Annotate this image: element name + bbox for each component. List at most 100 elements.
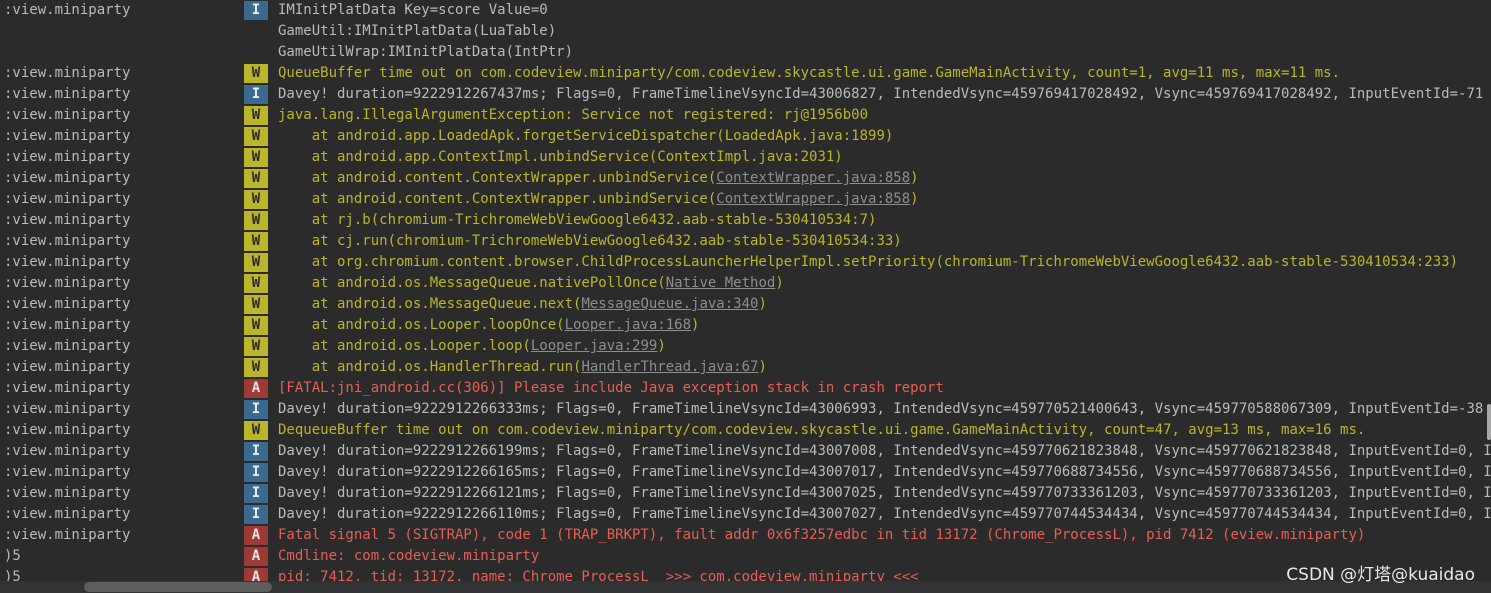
log-message: java.lang.IllegalArgumentException: Serv… (278, 105, 868, 126)
log-message: at android.os.Looper.loopOnce(Looper.jav… (278, 315, 700, 336)
log-message-text: QueueBuffer time out on com.codeview.min… (278, 65, 1341, 81)
log-row[interactable]: :view.miniparty W at android.os.Looper.lo… (0, 315, 1491, 336)
log-level-badge: W (244, 211, 268, 230)
log-message-suffix: ) (758, 296, 767, 312)
vertical-scrollbar-thumb[interactable] (1487, 404, 1491, 440)
log-message-text: at cj.run(chromium-TrichromeWebViewGoogl… (278, 233, 902, 249)
log-message: at android.app.ContextImpl.unbindService… (278, 147, 843, 168)
log-level-badge: I (244, 85, 268, 104)
log-package-name: :view.miniparty (4, 296, 131, 312)
log-package-name: :view.miniparty (4, 443, 131, 459)
log-message-text: at android.app.ContextImpl.unbindService… (278, 149, 843, 165)
log-row[interactable]: :view.miniparty Wjava.lang.IllegalArgumen… (0, 105, 1491, 126)
log-row[interactable]: :view.miniparty A [FATAL:jni_android.cc(30… (0, 378, 1491, 399)
log-row[interactable]: :view.miniparty W at android.os.Looper.lo… (0, 336, 1491, 357)
log-package-name: )5 (4, 548, 21, 564)
log-level-badge: W (244, 316, 268, 335)
log-level-badge: W (244, 64, 268, 83)
log-level-badge: W (244, 106, 268, 125)
log-package-name: :view.miniparty (4, 275, 131, 291)
log-row[interactable]: :view.miniparty A Fatal signal 5 (SIGTRAP)… (0, 525, 1491, 546)
log-message: at org.chromium.content.browser.ChildPro… (278, 252, 1458, 273)
log-row[interactable]: :view.miniparty W at android.os.MessageQu… (0, 294, 1491, 315)
log-row[interactable]: :view.miniparty W DequeueBuffer time out o… (0, 420, 1491, 441)
log-package-name: :view.miniparty (4, 233, 131, 249)
log-package-name: :view.miniparty (4, 338, 131, 354)
log-message-text: Davey! duration=9222912266199ms; Flags=0… (278, 443, 1491, 459)
source-file-link[interactable]: Looper.java:299 (531, 338, 657, 354)
log-row[interactable]: GameUtilWrap:IMInitPlatData(IntPtr) (0, 42, 1491, 63)
log-message-suffix: ) (758, 359, 767, 375)
log-row[interactable]: :view.miniparty I Davey! duration=92229122… (0, 504, 1491, 525)
log-row[interactable]: :view.miniparty W at android.app.LoadedAp… (0, 126, 1491, 147)
log-message-text: at android.content.ContextWrapper.unbind… (278, 191, 717, 207)
log-row[interactable]: :view.miniparty W at org.chromium.content… (0, 252, 1491, 273)
log-row[interactable]: :view.miniparty I Davey! duration=92229122… (0, 441, 1491, 462)
log-level-badge: W (244, 358, 268, 377)
source-file-link[interactable]: Native Method (666, 275, 776, 291)
watermark: CSDN @灯塔@kuaidao (1286, 565, 1475, 585)
log-row[interactable]: :view.miniparty I Davey! duration=92229122… (0, 462, 1491, 483)
log-message-text: at android.os.HandlerThread.run( (278, 359, 582, 375)
log-row[interactable]: :view.miniparty W at android.os.HandlerTh… (0, 357, 1491, 378)
log-message-text: Davey! duration=9222912266333ms; Flags=0… (278, 401, 1484, 417)
log-row[interactable]: :view.miniparty I IMInitPlatData Key=score… (0, 0, 1491, 21)
log-row[interactable]: )5 A Cmdline: com.codeview.miniparty (0, 546, 1491, 567)
log-row[interactable]: :view.miniparty W at android.app.ContextI… (0, 147, 1491, 168)
source-file-link[interactable]: MessageQueue.java:340 (581, 296, 758, 312)
log-package-name: :view.miniparty (4, 170, 131, 186)
log-level-badge: A (244, 526, 268, 545)
log-row[interactable]: :view.miniparty W at android.os.MessageQu… (0, 273, 1491, 294)
log-message-text: Davey! duration=9222912267437ms; Flags=0… (278, 86, 1484, 102)
source-file-link[interactable]: Looper.java:168 (565, 317, 691, 333)
log-message-text: Davey! duration=9222912266165ms; Flags=0… (278, 464, 1491, 480)
log-message: at android.content.ContextWrapper.unbind… (278, 168, 919, 189)
log-message-text: java.lang.IllegalArgumentException: Serv… (278, 107, 869, 123)
log-message-text: DequeueBuffer time out on com.codeview.m… (278, 422, 1366, 438)
log-level-badge: W (244, 190, 268, 209)
log-package-name: :view.miniparty (4, 485, 131, 501)
log-row[interactable]: :view.miniparty I Davey! duration=92229122… (0, 483, 1491, 504)
log-level-badge: W (244, 148, 268, 167)
log-message-suffix: ) (775, 275, 784, 291)
log-package-name: :view.miniparty (4, 527, 131, 543)
log-row[interactable]: GameUtil:IMInitPlatData(LuaTable) (0, 21, 1491, 42)
log-message: at android.os.Looper.loop(Looper.java:29… (278, 336, 666, 357)
log-level-badge: I (244, 400, 268, 419)
log-row[interactable]: :view.miniparty I Davey! duration=92229122… (0, 84, 1491, 105)
log-message: Davey! duration=9222912267437ms; Flags=0… (278, 84, 1483, 105)
log-row[interactable]: :view.miniparty W at cj.run(chromium-Tric… (0, 231, 1491, 252)
log-row[interactable]: :view.miniparty W at android.content.Cont… (0, 189, 1491, 210)
log-package-name: :view.miniparty (4, 380, 131, 396)
log-message: Davey! duration=9222912266333ms; Flags=0… (278, 399, 1483, 420)
log-message: at android.os.HandlerThread.run(HandlerT… (278, 357, 767, 378)
log-message: at android.os.MessageQueue.next(MessageQ… (278, 294, 767, 315)
log-row[interactable]: :view.miniparty W QueueBuffer time out on … (0, 63, 1491, 84)
log-package-name: :view.miniparty (4, 506, 131, 522)
horizontal-scrollbar-thumb[interactable] (84, 582, 272, 592)
log-message-text: Davey! duration=9222912266110ms; Flags=0… (278, 506, 1491, 522)
logcat-panel[interactable]: :view.miniparty I IMInitPlatData Key=score… (0, 0, 1491, 593)
log-level-badge: I (244, 442, 268, 461)
log-package-name: :view.miniparty (4, 149, 131, 165)
log-level-badge: W (244, 421, 268, 440)
log-message-text: [FATAL:jni_android.cc(306)] Please inclu… (278, 380, 944, 396)
log-message-text: at org.chromium.content.browser.ChildPro… (278, 254, 1459, 270)
log-message: at rj.b(chromium-TrichromeWebViewGoogle6… (278, 210, 877, 231)
log-level-badge: W (244, 127, 268, 146)
log-row[interactable]: :view.miniparty I Davey! duration=92229122… (0, 399, 1491, 420)
source-file-link[interactable]: HandlerThread.java:67 (581, 359, 758, 375)
source-file-link[interactable]: ContextWrapper.java:858 (716, 191, 910, 207)
log-message-text: at android.os.MessageQueue.next( (278, 296, 582, 312)
log-level-badge: I (244, 505, 268, 524)
source-file-link[interactable]: ContextWrapper.java:858 (716, 170, 910, 186)
log-row[interactable]: :view.miniparty W at android.content.Cont… (0, 168, 1491, 189)
log-message: QueueBuffer time out on com.codeview.min… (278, 63, 1340, 84)
log-message-text: IMInitPlatData Key=score Value=0 (278, 2, 548, 18)
log-message: Davey! duration=9222912266121ms; Flags=0… (278, 483, 1491, 504)
log-package-name: :view.miniparty (4, 317, 131, 333)
log-level-badge: A (244, 547, 268, 566)
log-message-text: at rj.b(chromium-TrichromeWebViewGoogle6… (278, 212, 877, 228)
log-row[interactable]: :view.miniparty W at rj.b(chromium-Trichr… (0, 210, 1491, 231)
log-message: GameUtil:IMInitPlatData(LuaTable) (278, 21, 556, 42)
